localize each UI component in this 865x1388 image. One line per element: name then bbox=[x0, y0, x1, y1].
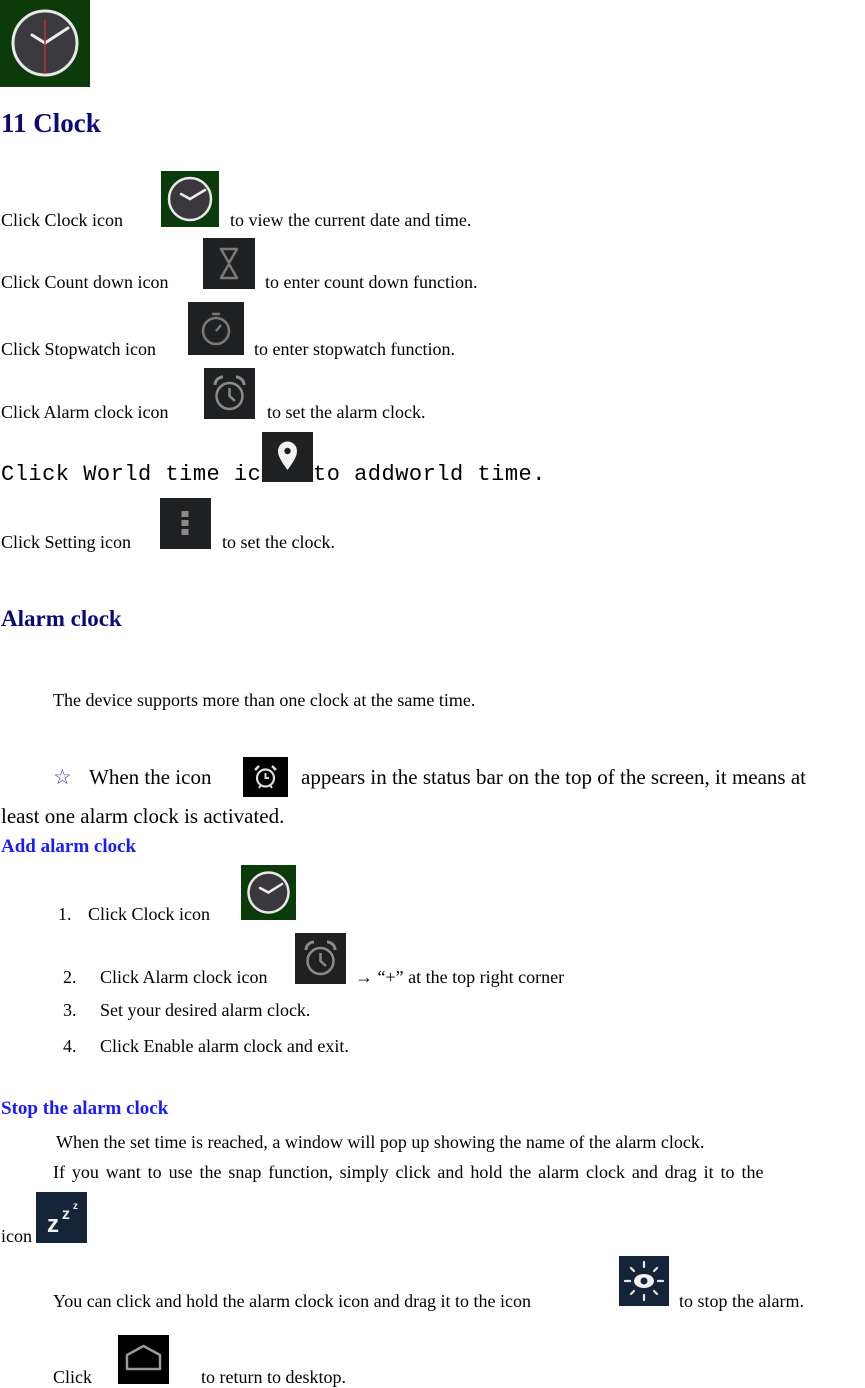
intro-line-clock: Click Clock icon bbox=[1, 209, 123, 231]
location-pin-icon bbox=[262, 432, 313, 482]
status-alarm-icon bbox=[243, 757, 288, 797]
section-title-stop-alarm: Stop the alarm clock bbox=[1, 1098, 169, 1119]
section-title-alarm-clock: Alarm clock bbox=[1, 606, 122, 631]
home-icon[interactable] bbox=[118, 1335, 169, 1384]
stopwatch-icon bbox=[188, 302, 244, 355]
clock-app-icon bbox=[0, 0, 90, 87]
intro-text-after: to enter stopwatch function. bbox=[254, 339, 455, 359]
intro-text-after: to view the current date and time. bbox=[230, 210, 472, 230]
intro-text: Click Count down icon bbox=[1, 272, 169, 292]
stop-line-1: When the set time is reached, a window w… bbox=[56, 1132, 705, 1152]
alarm-clock-icon bbox=[295, 933, 346, 984]
clock-app-icon bbox=[241, 865, 296, 920]
alarm-clock-icon bbox=[204, 368, 255, 419]
step-text: Click Clock icon bbox=[88, 904, 210, 924]
note-text-cont: least one alarm clock is activated. bbox=[1, 804, 285, 828]
menu-dots-icon bbox=[160, 498, 211, 549]
stop-line-4: Click bbox=[53, 1367, 92, 1387]
intro-text-after: to set the clock. bbox=[222, 532, 335, 552]
stop-line-4-after: to return to desktop. bbox=[201, 1367, 346, 1387]
step-number: 1. bbox=[58, 904, 72, 924]
intro-text: Click World time icon bbox=[1, 462, 289, 487]
note-text: When the icon bbox=[89, 765, 212, 789]
support-text: The device supports more than one clock … bbox=[53, 690, 476, 710]
svg-text:z: z bbox=[62, 1206, 70, 1223]
svg-text:z: z bbox=[47, 1211, 59, 1238]
svg-text:z: z bbox=[73, 1201, 78, 1212]
snooze-icon: zzz bbox=[36, 1192, 87, 1243]
stop-line-3: You can click and hold the alarm clock i… bbox=[53, 1291, 532, 1311]
step-text-after: → “+” at the top right corner bbox=[355, 967, 565, 987]
intro-text: Click Stopwatch icon bbox=[1, 339, 156, 359]
step-number: 3. bbox=[63, 1000, 77, 1020]
intro-text: Click Alarm clock icon bbox=[1, 402, 169, 422]
step-number: 4. bbox=[63, 1036, 77, 1056]
intro-text: Click Clock icon bbox=[1, 210, 123, 230]
intro-text-after: to addworld time. bbox=[313, 462, 546, 487]
note-text-after: appears in the status bar on the top of … bbox=[301, 765, 807, 789]
clock-app-icon bbox=[161, 171, 219, 227]
stop-line-2-cont: icon bbox=[1, 1226, 32, 1246]
intro-text-after: to set the alarm clock. bbox=[267, 402, 426, 422]
stop-line-3-after: to stop the alarm. bbox=[679, 1291, 804, 1311]
hourglass-icon bbox=[203, 238, 255, 289]
chapter-title: 11 Clock bbox=[1, 108, 101, 138]
star-icon: ☆ bbox=[53, 765, 72, 789]
step-text: Click Alarm clock icon bbox=[100, 967, 268, 987]
dismiss-eye-icon bbox=[619, 1256, 669, 1306]
stop-line-2: If you want to use the snap function, si… bbox=[53, 1162, 764, 1182]
step-text: Set your desired alarm clock. bbox=[100, 1000, 311, 1020]
intro-text-after: to enter count down function. bbox=[265, 272, 478, 292]
intro-text: Click Setting icon bbox=[1, 532, 131, 552]
step-text: Click Enable alarm clock and exit. bbox=[100, 1036, 349, 1056]
section-title-add-alarm: Add alarm clock bbox=[1, 836, 137, 857]
step-number: 2. bbox=[63, 967, 77, 987]
